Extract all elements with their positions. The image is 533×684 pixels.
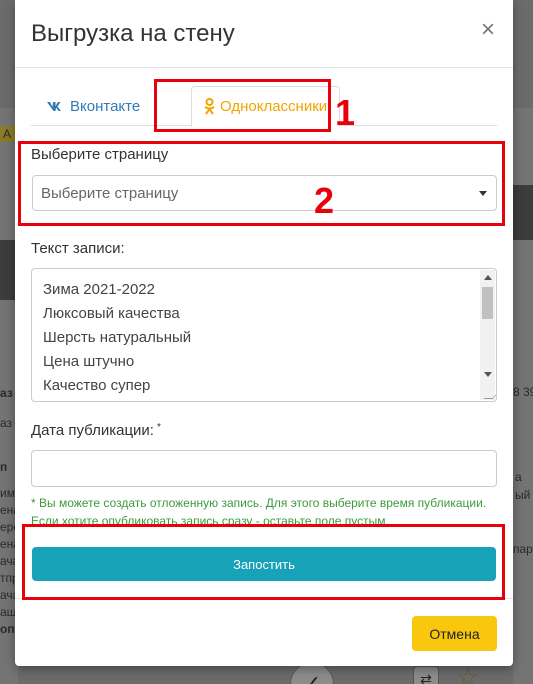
background-text: п [0,460,8,474]
background-image-left [0,240,16,300]
scroll-up-icon[interactable] [484,275,492,280]
background-text: пара [513,542,533,556]
annotation-box-tab [154,79,331,132]
post-text-scrollbar[interactable] [480,270,495,400]
post-text-line: Качество супер [43,377,151,394]
required-mark: * [156,422,161,433]
cancel-button[interactable]: Отмена [412,616,497,651]
background-image-right [513,185,533,240]
background-price: 8 39 [513,385,533,399]
dialog-header: Выгрузка на стену × [15,0,513,68]
post-text-area[interactable]: Зима 2021-2022 Люксовый качества Шерсть … [31,268,497,402]
tab-vkontakte[interactable]: Вконтакте [47,86,140,126]
background-text: аз [0,416,13,430]
publish-date-hint: * Вы можете создать отложенную запись. Д… [31,496,487,524]
publish-date-input[interactable] [31,450,497,487]
publish-date-label: Дата публикации: * [31,422,161,439]
dialog-title: Выгрузка на стену [31,20,235,47]
background-text: ый [515,488,531,502]
background-text: аш [0,605,17,619]
post-text-content: Зима 2021-2022 Люксовый качества Шерсть … [43,278,191,398]
post-text-line: Зима 2021-2022 [43,281,155,298]
annotation-box-select [18,141,505,226]
close-icon: × [480,16,495,43]
tab-vkontakte-label: Вконтакте [70,97,141,115]
annotation-number-2: 2 [314,180,335,221]
close-button[interactable]: × [481,18,495,42]
vk-icon [47,101,61,111]
annotation-number-1: 1 [335,92,356,133]
swap-icon: ⇄ [413,666,439,684]
scroll-down-icon[interactable] [484,372,492,377]
post-text-line: Цена штучно [43,353,135,370]
background-text: аз [0,386,13,400]
post-text-line: Люксовый качества [43,305,180,322]
background-text: оп [0,622,15,636]
background-text: а [515,470,522,484]
scrollbar-thumb[interactable] [482,287,493,319]
post-text-label: Текст записи: [31,240,125,257]
post-text-line: Шерсть натуральный [43,329,192,346]
publish-date-label-text: Дата публикации: [31,422,154,439]
annotation-box-post [22,524,505,600]
